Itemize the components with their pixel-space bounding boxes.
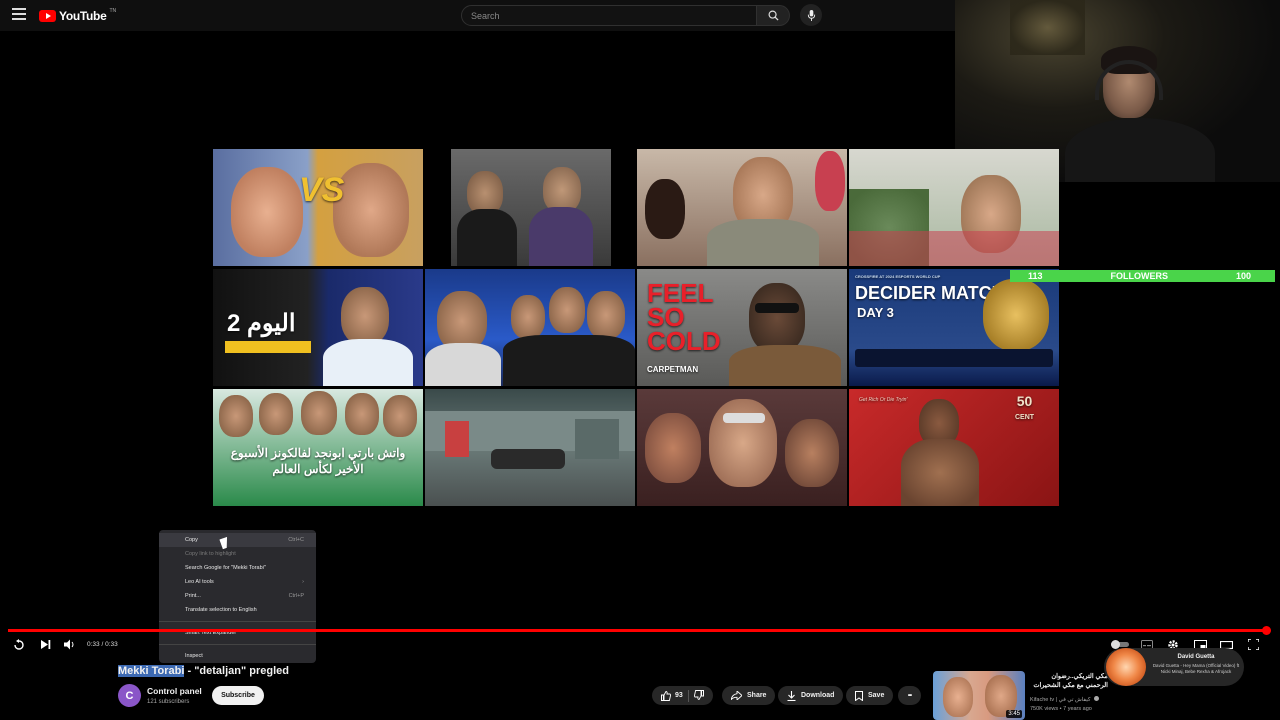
end-screen-video[interactable] xyxy=(425,149,635,266)
end-screen-video[interactable]: واتش بارتي ابونجد لفالكونز الأسبوع الأخي… xyxy=(213,389,423,506)
thumbnail-caption: 50 CENT xyxy=(1015,393,1035,421)
chevron-right-icon: › xyxy=(302,579,304,585)
youtube-play-icon xyxy=(39,10,56,22)
like-dislike-group: 93 xyxy=(652,686,713,705)
end-screen-video[interactable] xyxy=(425,269,635,386)
context-menu-translate[interactable]: Translate selection to English xyxy=(159,603,316,617)
context-menu-inspect[interactable]: Inspect xyxy=(159,649,316,663)
save-button[interactable]: Save xyxy=(846,686,894,705)
end-screen-video[interactable] xyxy=(849,149,1059,266)
menu-divider xyxy=(159,621,316,622)
end-screen-video[interactable] xyxy=(425,389,635,506)
subscriber-count: 121 subscribers xyxy=(147,699,190,705)
skip-next-icon xyxy=(40,640,50,649)
search-input[interactable]: Search xyxy=(461,5,757,26)
search-button[interactable] xyxy=(757,5,790,26)
followers-label: FOLLOWERS xyxy=(1110,271,1169,281)
thumbnail-caption: DECIDER MATCH xyxy=(855,283,1005,303)
followers-left-count: 113 xyxy=(1028,271,1043,281)
microphone-icon xyxy=(807,9,815,21)
verified-icon xyxy=(1094,696,1100,701)
save-playlist-icon xyxy=(855,690,863,701)
download-icon xyxy=(787,690,796,701)
subscribe-button[interactable]: Subscribe xyxy=(212,686,264,705)
context-menu-leo-ai[interactable]: Leo AI tools › xyxy=(159,575,316,589)
end-screen-video[interactable] xyxy=(637,149,847,266)
now-playing-artist: David Guetta xyxy=(1177,654,1215,660)
video-title: Mekki Torabi - "detaljan" pregled xyxy=(118,665,289,677)
time-display: 0:33 / 0:33 xyxy=(87,641,118,648)
now-playing-widget: David Guetta David Guetta - Hey Mama (Of… xyxy=(1104,648,1244,686)
save-label: Save xyxy=(868,692,885,699)
context-menu-copy[interactable]: Copy Ctrl+C xyxy=(159,533,316,547)
replay-button[interactable] xyxy=(11,637,27,652)
title-selected-text: Mekki Torabi xyxy=(118,665,185,677)
thumbnail-topline: CROSSFIRE AT 2024 ESPORTS WORLD CUP xyxy=(855,274,941,279)
recommended-video-meta: 750K views • 7 years ago xyxy=(1030,706,1092,712)
volume-icon xyxy=(64,639,74,650)
like-count: 93 xyxy=(675,692,683,699)
recommended-video-channel: Kifache tv | كيفاش تي في xyxy=(1030,696,1100,703)
context-menu-print[interactable]: Print... Ctrl+P xyxy=(159,589,316,603)
thumbnail-subcaption: DAY 3 xyxy=(857,305,894,320)
channel-name[interactable]: Control panel xyxy=(147,686,202,696)
country-code: TN xyxy=(109,8,117,14)
context-menu-copy-link: Copy link to highlight xyxy=(185,551,236,557)
mute-button[interactable] xyxy=(62,637,78,652)
end-screen-grid: VS اليوم 2 FEEL SO COLD CARPETMAN CROSSF… xyxy=(213,149,1059,506)
share-label: Share xyxy=(747,692,767,699)
hamburger-menu-icon[interactable] xyxy=(12,8,26,20)
end-screen-video[interactable]: FEEL SO COLD CARPETMAN xyxy=(637,269,847,386)
context-menu-search-google[interactable]: Search Google for "Mekki Torabi" xyxy=(159,561,316,575)
channel-avatar[interactable]: C xyxy=(118,684,141,707)
thumbnail-caption: FEEL SO COLD xyxy=(647,278,721,356)
menu-divider xyxy=(159,644,316,645)
youtube-logo[interactable]: YouTube TN xyxy=(39,8,117,23)
progress-scrubber[interactable] xyxy=(1262,626,1271,635)
end-screen-video[interactable]: اليوم 2 xyxy=(213,269,423,386)
thumbnail-subcaption: Get Rich Or Die Tryin' xyxy=(859,397,908,403)
video-duration: 3:45 xyxy=(1006,710,1022,718)
more-actions-button[interactable]: ••• xyxy=(898,686,921,705)
followers-overlay: 113 FOLLOWERS 100 xyxy=(1010,270,1275,282)
voice-search-button[interactable] xyxy=(800,4,822,26)
recommended-video-title[interactable]: مكي التريكي..رضوان الرحمني مع مكي الشحير… xyxy=(1030,672,1108,690)
thumbs-up-icon xyxy=(661,690,671,701)
progress-bar[interactable] xyxy=(8,629,1268,632)
context-menu: Copy Ctrl+C Copy link to highlight Searc… xyxy=(159,530,316,663)
logo-text: YouTube xyxy=(59,9,107,23)
thumbnail-subcaption: CARPETMAN xyxy=(647,365,699,374)
now-playing-track: David Guetta - Hey Mama (Official Video)… xyxy=(1152,663,1240,674)
fullscreen-button[interactable] xyxy=(1245,637,1261,652)
end-screen-video[interactable]: CROSSFIRE AT 2024 ESPORTS WORLD CUP DECI… xyxy=(849,269,1059,386)
thumbnail-caption: اليوم 2 xyxy=(227,310,296,337)
recommended-video-thumbnail[interactable]: 3:45 xyxy=(933,671,1025,720)
like-button[interactable]: 93 xyxy=(661,690,683,701)
download-label: Download xyxy=(801,692,835,699)
share-icon xyxy=(731,691,742,700)
fullscreen-icon xyxy=(1247,639,1259,650)
end-screen-video[interactable]: VS xyxy=(213,149,423,266)
dislike-button[interactable] xyxy=(693,689,704,702)
end-screen-video[interactable] xyxy=(637,389,847,506)
next-button[interactable] xyxy=(37,637,53,652)
thumbnail-caption: VS xyxy=(299,171,345,209)
followers-right-count: 100 xyxy=(1235,271,1251,281)
album-art xyxy=(1106,648,1146,686)
title-rest-text: - "detaljan" pregled xyxy=(184,665,289,677)
search-icon xyxy=(768,10,779,21)
thumbs-down-icon xyxy=(693,689,704,700)
share-button[interactable]: Share xyxy=(722,686,776,705)
end-screen-video[interactable]: Get Rich Or Die Tryin' 50 CENT xyxy=(849,389,1059,506)
replay-icon xyxy=(14,638,24,650)
thumbnail-caption: واتش بارتي ابونجد لفالكونز الأسبوع الأخي… xyxy=(230,446,406,476)
download-button[interactable]: Download xyxy=(778,686,844,705)
